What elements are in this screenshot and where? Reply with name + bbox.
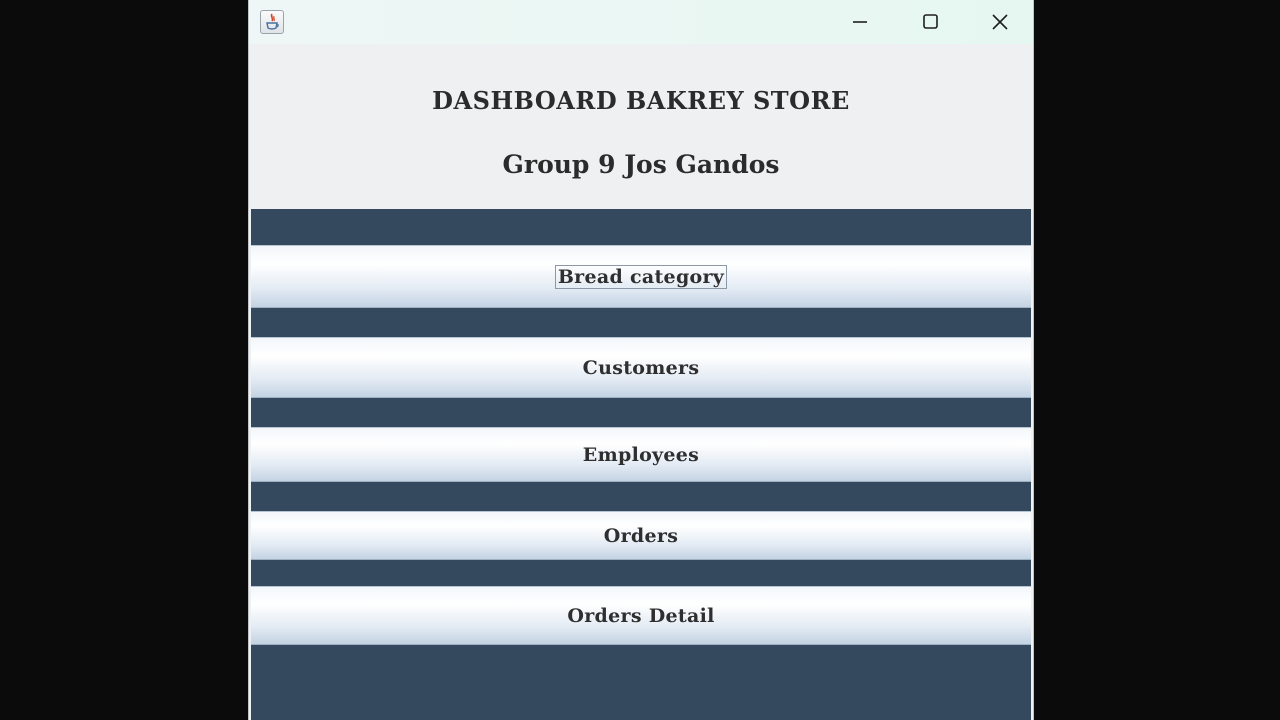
close-icon — [992, 14, 1008, 30]
maximize-icon — [923, 14, 938, 29]
menu-panel: Bread category Customers Employees Order… — [251, 209, 1031, 720]
app-window: DASHBOARD BAKREY STORE Group 9 Jos Gando… — [248, 0, 1034, 720]
employees-label: Employees — [582, 443, 700, 466]
orders-detail-button[interactable]: Orders Detail — [251, 586, 1031, 645]
employees-button[interactable]: Employees — [251, 427, 1031, 482]
java-app-icon[interactable] — [260, 10, 284, 34]
minimize-button[interactable] — [837, 6, 883, 38]
orders-button[interactable]: Orders — [251, 511, 1031, 560]
orders-label: Orders — [603, 524, 679, 547]
bread-category-button[interactable]: Bread category — [251, 245, 1031, 308]
dashboard-header: DASHBOARD BAKREY STORE Group 9 Jos Gando… — [249, 44, 1033, 209]
customers-button[interactable]: Customers — [251, 337, 1031, 398]
title-bar[interactable] — [249, 0, 1033, 44]
maximize-button[interactable] — [907, 6, 953, 38]
page-title: DASHBOARD BAKREY STORE — [432, 86, 850, 115]
bread-category-label: Bread category — [554, 264, 728, 289]
close-button[interactable] — [977, 6, 1023, 38]
desktop-background: DASHBOARD BAKREY STORE Group 9 Jos Gando… — [0, 0, 1280, 720]
orders-detail-label: Orders Detail — [567, 604, 715, 627]
customers-label: Customers — [582, 356, 700, 379]
minimize-icon — [853, 21, 867, 23]
page-subtitle: Group 9 Jos Gandos — [502, 150, 780, 179]
